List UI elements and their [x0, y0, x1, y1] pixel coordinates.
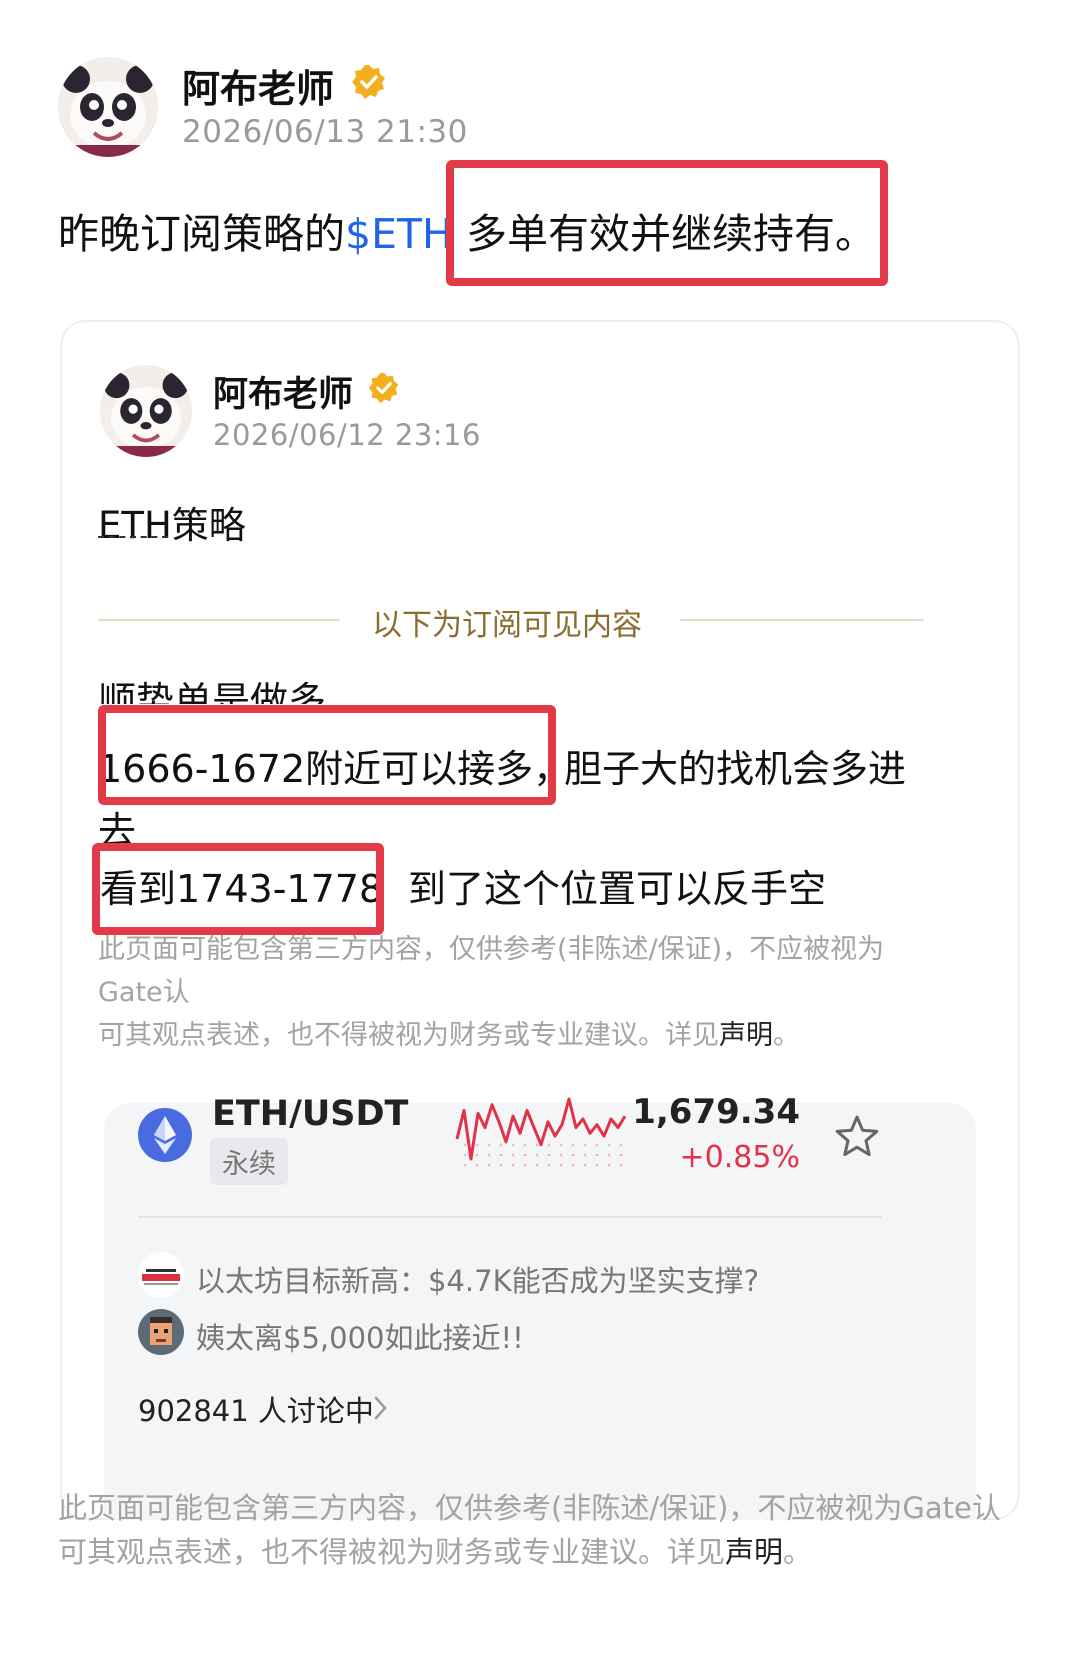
highlight-box — [92, 843, 384, 935]
author-name[interactable]: 阿布老师 — [182, 58, 334, 113]
favorite-star-icon[interactable] — [834, 1114, 880, 1162]
card-disclaimer-line-2: 可其观点表述，也不得被视为财务或专业建议。详见声明。 — [98, 1014, 928, 1057]
post-text-intro: 昨晚订阅策略的 — [58, 210, 345, 258]
pair-name[interactable]: ETH/USDT — [212, 1094, 408, 1134]
eth-ticker-link[interactable]: $ETH — [345, 210, 453, 258]
strategy-line-1: 顺势单是做多 — [98, 679, 327, 704]
widget-divider — [138, 1216, 882, 1218]
post-text: 昨晚订阅策略的$ETH — [58, 200, 453, 260]
card-disclaimer-link[interactable]: 声明 — [719, 1020, 773, 1051]
footer-disclaimer-end: 。 — [783, 1535, 813, 1569]
divider-right — [680, 619, 924, 621]
perpetual-tag: 永续 — [210, 1138, 288, 1185]
card-disclaimer-text: 可其观点表述，也不得被视为财务或专业建议。详见 — [98, 1020, 719, 1051]
crypto-news-logo-icon — [138, 1252, 184, 1298]
news-item-2[interactable]: 姨太离$5,000如此接近!! — [196, 1315, 524, 1357]
divider-left — [98, 619, 340, 621]
footer-disclaimer-link[interactable]: 声明 — [725, 1535, 783, 1569]
footer-disclaimer-line-1: 此页面可能包含第三方内容，仅供参考(非陈述/保证)，不应被视为Gate认 — [58, 1491, 1001, 1525]
card-disclaimer-end: 。 — [773, 1020, 800, 1051]
highlight-box — [446, 160, 888, 286]
card-disclaimer: 此页面可能包含第三方内容，仅供参考(非陈述/保证)，不应被视为Gate认 可其观… — [98, 928, 928, 1057]
strategy-line-2-rest: 胆子大的找机会多进 — [564, 747, 907, 791]
footer-disclaimer: 此页面可能包含第三方内容，仅供参考(非陈述/保证)，不应被视为Gate认 可其观… — [58, 1486, 1048, 1574]
chevron-right-icon[interactable] — [372, 1394, 390, 1426]
highlight-box — [98, 705, 556, 805]
panda-avatar-icon — [58, 57, 158, 157]
quoted-author-name[interactable]: 阿布老师 — [213, 366, 353, 417]
author-avatar[interactable] — [58, 57, 158, 157]
verified-badge-icon — [351, 64, 387, 104]
user-avatar-icon — [138, 1309, 184, 1355]
news-item-1[interactable]: 以太坊目标新高：$4.7K能否成为坚实支撑? — [196, 1258, 759, 1300]
footer-disclaimer-text: 可其观点表述，也不得被视为财务或专业建议。详见 — [58, 1535, 726, 1569]
sparkline-dot-grid — [463, 1143, 623, 1167]
title-underline — [98, 536, 168, 538]
discussion-count[interactable]: 902841 人讨论中 — [138, 1388, 374, 1430]
line1-clip: 顺势单是做多 — [98, 670, 358, 704]
quoted-author-avatar[interactable] — [100, 365, 192, 457]
verified-badge-icon — [368, 372, 400, 408]
strategy-line-4-rest: 到了这个位置可以反手空 — [408, 867, 827, 911]
last-price: 1,679.34 — [632, 1092, 800, 1132]
card-disclaimer-line-1: 此页面可能包含第三方内容，仅供参考(非陈述/保证)，不应被视为Gate认 — [98, 934, 885, 1008]
eth-logo-icon — [138, 1108, 192, 1166]
quoted-datetime: 2026/06/12 23:16 — [213, 418, 481, 452]
panda-avatar-icon — [100, 365, 192, 457]
subscriber-divider-label: 以下为订阅可见内容 — [372, 608, 642, 643]
quoted-title: ETH策略 — [98, 504, 246, 547]
post-datetime: 2026/06/13 21:30 — [182, 114, 468, 150]
footer-disclaimer-line-2: 可其观点表述，也不得被视为财务或专业建议。详见声明。 — [58, 1530, 1048, 1574]
price-change: +0.85% — [679, 1140, 800, 1175]
